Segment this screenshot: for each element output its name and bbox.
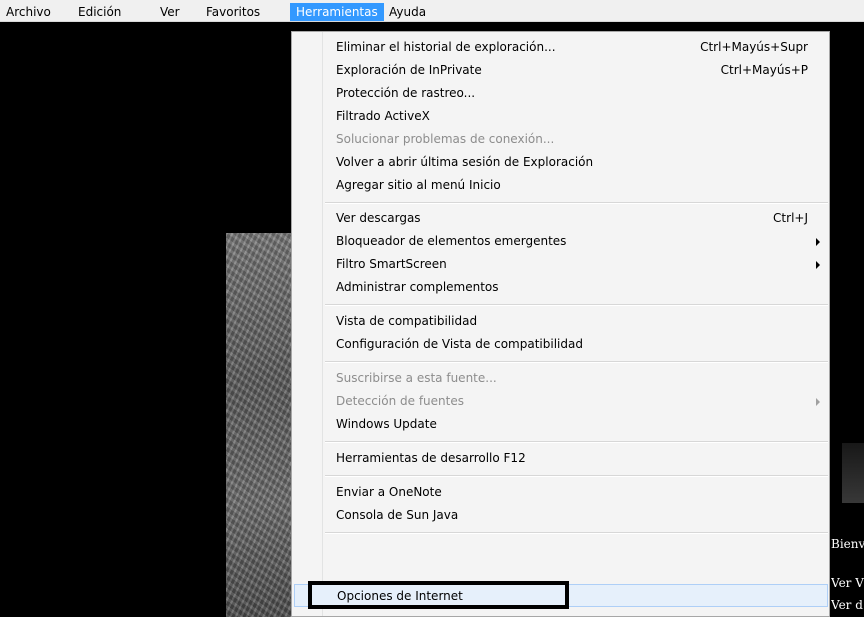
menu-item-inprivate[interactable]: Exploración de InPrivate Ctrl+Mayús+P [325, 59, 828, 82]
menu-item-ver-descargas[interactable]: Ver descargas Ctrl+J [325, 207, 828, 230]
menu-item-label: Filtro SmartScreen [336, 257, 447, 271]
menu-separator [325, 441, 828, 443]
menu-separator [325, 304, 828, 306]
menu-item-herramientas-f12[interactable]: Herramientas de desarrollo F12 [325, 447, 828, 470]
menu-favoritos[interactable]: Favoritos [200, 3, 266, 21]
menu-item-reabrir-sesion[interactable]: Volver a abrir última sesión de Explorac… [325, 151, 828, 174]
menu-item-filtrado-activex[interactable]: Filtrado ActiveX [325, 105, 828, 128]
menu-item-label: Eliminar el historial de exploración... [336, 40, 556, 54]
menu-bar: Archivo Edición Ver Favoritos Herramient… [0, 0, 864, 22]
page-text-fragment: Bienv [831, 537, 864, 551]
page-link-fragment[interactable]: Ver d [831, 598, 864, 612]
menu-separator [325, 475, 828, 477]
menu-item-label: Detección de fuentes [336, 394, 464, 408]
menu-separator [325, 532, 828, 534]
menu-item-proteccion-rastreo[interactable]: Protección de rastreo... [325, 82, 828, 105]
menu-item-suscribirse-fuente: Suscribirse a esta fuente... [325, 367, 828, 390]
menu-item-label: Configuración de Vista de compatibilidad [336, 337, 583, 351]
menu-item-solucionar-problemas: Solucionar problemas de conexión... [325, 128, 828, 151]
page-logo-fragment [842, 443, 864, 503]
menu-item-filtro-smartscreen[interactable]: Filtro SmartScreen [325, 253, 828, 276]
menu-item-deteccion-fuentes: Detección de fuentes [325, 390, 828, 413]
menu-item-consola-java[interactable]: Consola de Sun Java [325, 504, 828, 527]
menu-item-bloqueador-emergentes[interactable]: Bloqueador de elementos emergentes [325, 230, 828, 253]
page-background-image [226, 233, 296, 617]
menu-item-agregar-inicio[interactable]: Agregar sitio al menú Inicio [325, 174, 828, 197]
menu-ver[interactable]: Ver [154, 3, 186, 21]
page-content-edge [830, 233, 864, 617]
menu-item-label: Vista de compatibilidad [336, 314, 478, 328]
menu-item-config-compatibilidad[interactable]: Configuración de Vista de compatibilidad [325, 333, 828, 356]
menu-separator [325, 202, 828, 204]
menu-herramientas[interactable]: Herramientas [290, 3, 384, 21]
menu-item-shortcut: Ctrl+J [773, 211, 808, 225]
page-link-fragment[interactable]: Ver V [831, 576, 864, 590]
menu-item-label: Opciones de Internet [337, 589, 463, 603]
menu-item-shortcut: Ctrl+Mayús+Supr [700, 40, 808, 54]
submenu-arrow-icon [816, 238, 820, 246]
menu-item-label: Filtrado ActiveX [336, 109, 430, 123]
menu-item-label: Consola de Sun Java [336, 508, 459, 522]
menu-item-shortcut: Ctrl+Mayús+P [720, 63, 808, 77]
menu-item-label: Protección de rastreo... [336, 86, 476, 100]
menu-item-label: Herramientas de desarrollo F12 [336, 451, 526, 465]
menu-item-opciones-internet[interactable]: Opciones de Internet [294, 584, 828, 607]
menu-separator [325, 361, 828, 363]
menu-item-label: Exploración de InPrivate [336, 63, 482, 77]
menu-item-label: Bloqueador de elementos emergentes [336, 234, 567, 248]
menu-item-enviar-onenote[interactable]: Enviar a OneNote [325, 481, 828, 504]
menu-archivo[interactable]: Archivo [0, 3, 57, 21]
menu-item-label: Ver descargas [336, 211, 421, 225]
herramientas-dropdown-menu: Eliminar el historial de exploración... … [291, 31, 830, 617]
menu-item-administrar-complementos[interactable]: Administrar complementos [325, 276, 828, 299]
menu-item-label: Administrar complementos [336, 280, 499, 294]
menu-item-label: Solucionar problemas de conexión... [336, 132, 555, 146]
menu-item-label: Volver a abrir última sesión de Explorac… [336, 155, 594, 169]
menu-item-windows-update[interactable]: Windows Update [325, 413, 828, 436]
menu-item-label: Agregar sitio al menú Inicio [336, 178, 501, 192]
menu-item-label: Suscribirse a esta fuente... [336, 371, 497, 385]
menu-item-label: Enviar a OneNote [336, 485, 442, 499]
menu-item-label: Windows Update [336, 417, 437, 431]
submenu-arrow-icon [816, 398, 820, 406]
menu-edicion[interactable]: Edición [72, 3, 127, 21]
menu-item-eliminar-historial[interactable]: Eliminar el historial de exploración... … [325, 36, 828, 59]
submenu-arrow-icon [816, 261, 820, 269]
menu-icon-gutter [322, 32, 323, 616]
menu-ayuda[interactable]: Ayuda [383, 3, 432, 21]
menu-item-vista-compatibilidad[interactable]: Vista de compatibilidad [325, 310, 828, 333]
